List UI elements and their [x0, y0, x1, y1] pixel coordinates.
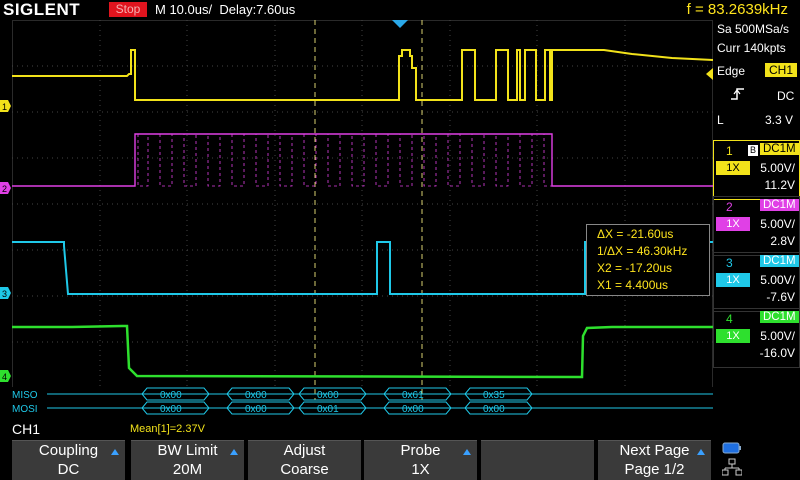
ch4-offset: -16.0V: [759, 346, 795, 360]
coupling-softkey-value: DC: [57, 461, 80, 478]
up-arrow-icon: [697, 449, 705, 455]
ch3-number: 3: [726, 256, 733, 270]
ch2-coupling: DC1M: [760, 199, 799, 211]
network-icon: [722, 458, 742, 476]
miso-byte-4: 0x61: [402, 390, 424, 401]
frequency-counter: f = 83.2639kHz: [686, 1, 788, 18]
empty-softkey[interactable]: [481, 440, 594, 480]
ch1-offset: 11.2V: [764, 178, 795, 192]
coupling-softkey-title: Coupling: [38, 442, 99, 459]
mosi-label: MOSI: [12, 404, 38, 415]
up-arrow-icon: [230, 449, 238, 455]
ch4-probe: 1X: [716, 329, 750, 343]
memory-depth: Curr 140kpts: [717, 41, 786, 55]
adjust-softkey[interactable]: Adjust Coarse: [248, 440, 361, 480]
ch4-coupling: DC1M: [760, 311, 799, 323]
sample-rate: Sa 500MSa/s: [717, 22, 790, 36]
up-arrow-icon: [463, 449, 471, 455]
up-arrow-icon: [111, 449, 119, 455]
ch3-vdiv: 5.00V/: [760, 273, 795, 287]
ch1-probe: 1X: [716, 161, 750, 175]
probe-softkey[interactable]: Probe 1X: [364, 440, 477, 480]
next-page-softkey[interactable]: Next Page Page 1/2: [598, 440, 711, 480]
x2-readout: X2 = -17.20us: [597, 261, 673, 275]
rising-edge-icon: [731, 88, 744, 100]
cursor-measurement-box: ΔX = -21.60us 1/ΔX = 46.30kHz X2 = -17.2…: [586, 224, 710, 296]
timebase-value: M 10.0us/: [155, 2, 213, 17]
probe-softkey-value: 1X: [411, 461, 430, 478]
svg-text:4: 4: [2, 372, 7, 382]
svg-text:3: 3: [2, 289, 7, 299]
ch2-probe: 1X: [716, 217, 750, 231]
x1-readout: X1 = 4.400us: [597, 278, 669, 292]
ch2-offset: 2.8V: [770, 234, 795, 248]
miso-byte-2: 0x00: [245, 390, 267, 401]
ch1-coupling: DC1M: [760, 143, 799, 155]
ch4-vdiv: 5.00V/: [760, 329, 795, 343]
ch3-probe: 1X: [716, 273, 750, 287]
miso-label: MISO: [12, 390, 38, 401]
mosi-byte-3: 0x01: [317, 404, 339, 415]
mosi-byte-5: 0x00: [483, 404, 505, 415]
run-stop-indicator[interactable]: Stop: [109, 2, 147, 17]
adjust-softkey-value: Coarse: [280, 461, 329, 478]
ch1-settings[interactable]: 1 B DC1M 1X 5.00V/ 11.2V: [713, 140, 800, 200]
next-page-softkey-value: Page 1/2: [624, 461, 685, 478]
timebase-readout[interactable]: M 10.0us/ Delay:7.60us: [155, 2, 295, 17]
ch1-vdiv: 5.00V/: [760, 161, 795, 175]
ch1-number: 1: [726, 144, 733, 158]
svg-text:2: 2: [2, 184, 7, 194]
ch3-coupling: DC1M: [760, 255, 799, 267]
delta-x-readout: ΔX = -21.60us: [597, 227, 674, 241]
trigger-source: CH1: [765, 63, 798, 77]
svg-text:1: 1: [2, 102, 7, 112]
trigger-coupling: DC: [777, 89, 795, 103]
trigger-panel[interactable]: Edge CH1 DC L 3.3 V: [713, 60, 800, 138]
mosi-byte-2: 0x00: [245, 404, 267, 415]
waveform-display[interactable]: MISO MOSI 0x00 0x00 0x00 0x61 0x35 0x00 …: [12, 20, 713, 420]
brand-logo: SIGLENT: [3, 0, 81, 19]
usb-storage-icon: [722, 442, 741, 454]
adjust-softkey-title: Adjust: [283, 442, 326, 459]
probe-softkey-title: Probe: [400, 442, 441, 459]
ch3-settings[interactable]: 3 DC1M 1X 5.00V/ -7.6V: [713, 252, 800, 312]
trigger-level: 3.3 V: [765, 113, 794, 127]
trigger-mode: L: [717, 113, 724, 127]
bw-limit-softkey-title: BW Limit: [157, 442, 218, 459]
ch2-settings[interactable]: 2 DC1M 1X 5.00V/ 2.8V: [713, 196, 800, 256]
bw-limit-softkey-value: 20M: [172, 461, 203, 478]
bw-limit-softkey[interactable]: BW Limit 20M: [131, 440, 244, 480]
top-status-bar: SIGLENT Stop M 10.0us/ Delay:7.60us f = …: [0, 0, 800, 20]
miso-byte-5: 0x35: [483, 390, 505, 401]
channel-markers[interactable]: 1 2 3 4: [0, 20, 12, 420]
ch2-number: 2: [726, 200, 733, 214]
mosi-byte-4: 0x00: [402, 404, 424, 415]
miso-byte-1: 0x00: [160, 390, 182, 401]
mosi-byte-1: 0x00: [160, 404, 182, 415]
miso-byte-3: 0x00: [317, 390, 339, 401]
coupling-softkey[interactable]: Coupling DC: [12, 440, 125, 480]
active-channel-label: CH1: [12, 421, 41, 437]
mean-measurement: Mean[1]=2.37V: [130, 423, 205, 435]
ch4-number: 4: [726, 312, 733, 326]
ch4-settings[interactable]: 4 DC1M 1X 5.00V/ -16.0V: [713, 308, 800, 368]
trigger-type: Edge: [717, 64, 746, 78]
delay-value: Delay:7.60us: [219, 2, 296, 17]
ch2-vdiv: 5.00V/: [760, 217, 795, 231]
ch3-offset: -7.6V: [766, 290, 795, 304]
ch1-bandwidth-badge: B: [748, 145, 758, 156]
next-page-softkey-title: Next Page: [619, 442, 690, 459]
inv-delta-x-readout: 1/ΔX = 46.30kHz: [597, 244, 688, 258]
